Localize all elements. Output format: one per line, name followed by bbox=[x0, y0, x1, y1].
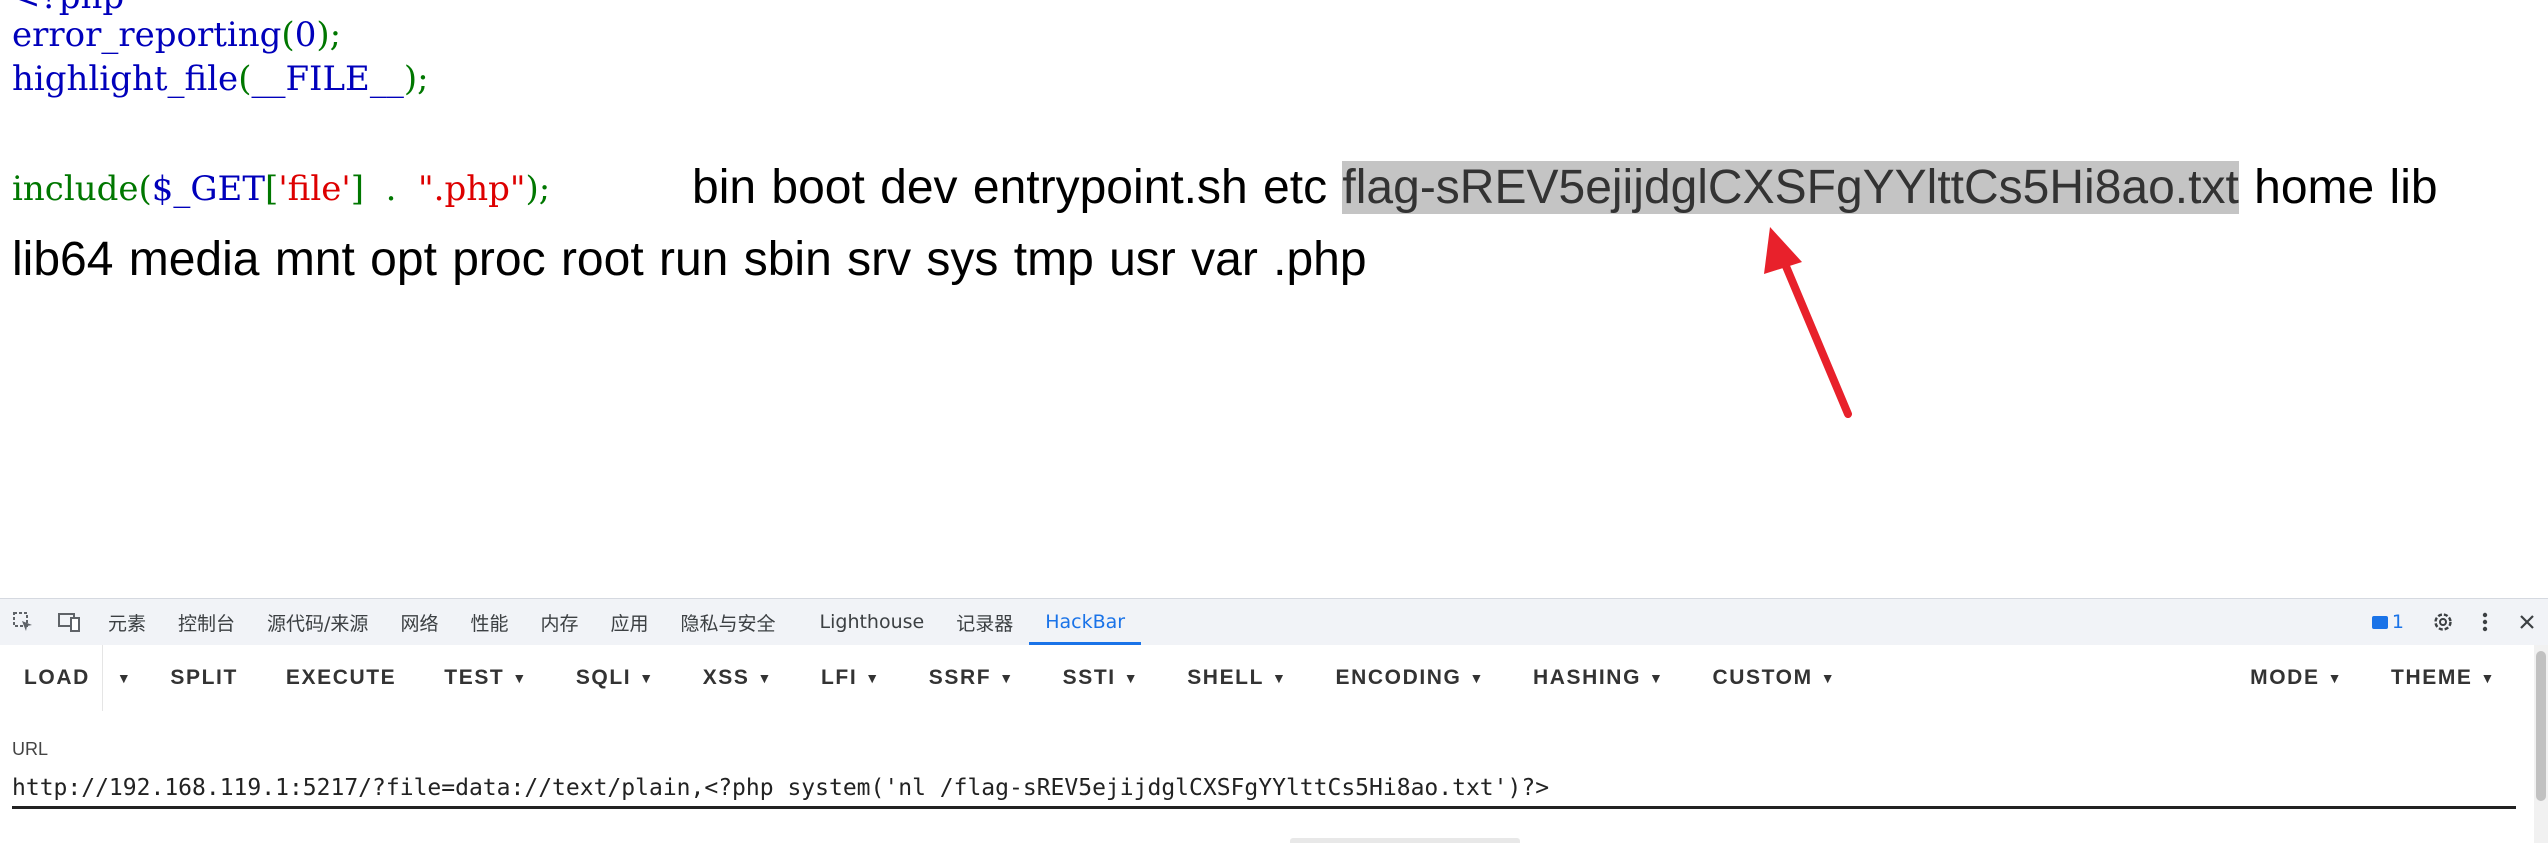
xss-menu-button[interactable]: XSS ▼ bbox=[679, 645, 797, 711]
mode-menu-button[interactable]: MODE ▼ bbox=[2226, 645, 2367, 711]
devtools-tab-bar: 元素 控制台 源代码/来源 网络 性能 内存 应用 隐私与安全 Lighthou… bbox=[0, 598, 2548, 646]
tab-lighthouse[interactable]: Lighthouse bbox=[792, 599, 941, 645]
tab-network[interactable]: 网络 bbox=[384, 599, 454, 645]
chevron-down-icon: ▼ bbox=[1469, 670, 1485, 686]
scrollbar-thumb[interactable] bbox=[2536, 651, 2546, 801]
chevron-down-icon: ▼ bbox=[1820, 670, 1837, 686]
tab-application[interactable]: 应用 bbox=[594, 599, 664, 645]
chevron-down-icon: ▼ bbox=[999, 670, 1015, 686]
php-output-page: <?php error_reporting(0); highlight_file… bbox=[0, 0, 2548, 596]
partial-element-below bbox=[1290, 838, 1520, 843]
tab-sources[interactable]: 源代码/来源 bbox=[251, 599, 384, 645]
issues-icon bbox=[2371, 615, 2388, 629]
ssti-menu-button[interactable]: SSTI ▼ bbox=[1039, 645, 1164, 711]
chevron-down-icon: ▼ bbox=[639, 670, 655, 686]
tab-elements[interactable]: 元素 bbox=[92, 599, 162, 645]
device-toolbar-icon[interactable] bbox=[46, 599, 92, 645]
red-arrow-annotation bbox=[1764, 227, 1852, 418]
split-button[interactable]: SPLIT bbox=[146, 645, 262, 711]
tab-recorder[interactable]: 记录器 bbox=[940, 599, 1029, 645]
shell-menu-button[interactable]: SHELL ▼ bbox=[1163, 645, 1311, 711]
hackbar-toolbar: LOAD ▼ SPLIT EXECUTE TEST ▼ SQLI ▼ XSS ▼ LF… bbox=[0, 645, 2520, 711]
chevron-down-icon: ▼ bbox=[512, 670, 528, 686]
code-line-php-open: <?php bbox=[12, 0, 124, 14]
issues-badge[interactable]: 1 bbox=[2354, 611, 2422, 633]
custom-menu-button[interactable]: CUSTOM ▼ bbox=[1688, 645, 1860, 711]
tab-console[interactable]: 控制台 bbox=[162, 599, 251, 645]
chevron-down-icon: ▼ bbox=[1272, 670, 1288, 686]
chevron-down-icon: ▼ bbox=[2480, 670, 2496, 686]
load-dropdown-caret[interactable]: ▼ bbox=[101, 645, 146, 711]
hackbar-panel: LOAD ▼ SPLIT EXECUTE TEST ▼ SQLI ▼ XSS ▼ LF… bbox=[0, 645, 2548, 843]
chevron-down-icon: ▼ bbox=[757, 670, 773, 686]
chevron-down-icon: ▼ bbox=[1649, 670, 1665, 686]
directory-listing: bin boot dev entrypoint.sh etc flag-sREV… bbox=[12, 152, 2532, 296]
test-menu-button[interactable]: TEST ▼ bbox=[420, 645, 552, 711]
more-options-icon[interactable] bbox=[2464, 599, 2506, 645]
url-label: URL bbox=[12, 739, 49, 759]
tab-memory[interactable]: 内存 bbox=[524, 599, 594, 645]
code-line-highlight-file: highlight_file(__FILE__); bbox=[12, 59, 429, 99]
chevron-down-icon: ▼ bbox=[1123, 670, 1140, 686]
encoding-menu-button[interactable]: ENCODING ▼ bbox=[1312, 645, 1509, 711]
inspect-element-icon[interactable] bbox=[0, 599, 46, 645]
tab-privacy-security[interactable]: 隐私与安全 bbox=[665, 599, 792, 645]
sqli-menu-button[interactable]: SQLI ▼ bbox=[552, 645, 679, 711]
hashing-menu-button[interactable]: HASHING ▼ bbox=[1509, 645, 1689, 711]
tab-hackbar[interactable]: HackBar bbox=[1029, 599, 1142, 645]
lfi-menu-button[interactable]: LFI ▼ bbox=[797, 645, 905, 711]
theme-menu-button[interactable]: THEME ▼ bbox=[2367, 645, 2520, 711]
ssrf-menu-button[interactable]: SSRF ▼ bbox=[905, 645, 1039, 711]
settings-gear-icon[interactable] bbox=[2422, 599, 2464, 645]
listing-before: bin boot dev entrypoint.sh etc bbox=[692, 161, 1328, 214]
chevron-down-icon: ▼ bbox=[2327, 670, 2344, 686]
flag-filename-highlight: flag-sREV5ejijdglCXSFgYYlttCs5Hi8ao.txt bbox=[1342, 161, 2239, 214]
close-devtools-icon[interactable] bbox=[2506, 599, 2548, 645]
load-button[interactable]: LOAD bbox=[0, 645, 102, 711]
hackbar-scrollbar[interactable] bbox=[2534, 645, 2548, 843]
chevron-down-icon: ▼ bbox=[865, 670, 881, 686]
tab-performance[interactable]: 性能 bbox=[454, 599, 524, 645]
execute-button[interactable]: EXECUTE bbox=[262, 645, 420, 711]
code-line-error-reporting: error_reporting(0); bbox=[12, 15, 342, 55]
url-input[interactable] bbox=[12, 769, 2516, 809]
